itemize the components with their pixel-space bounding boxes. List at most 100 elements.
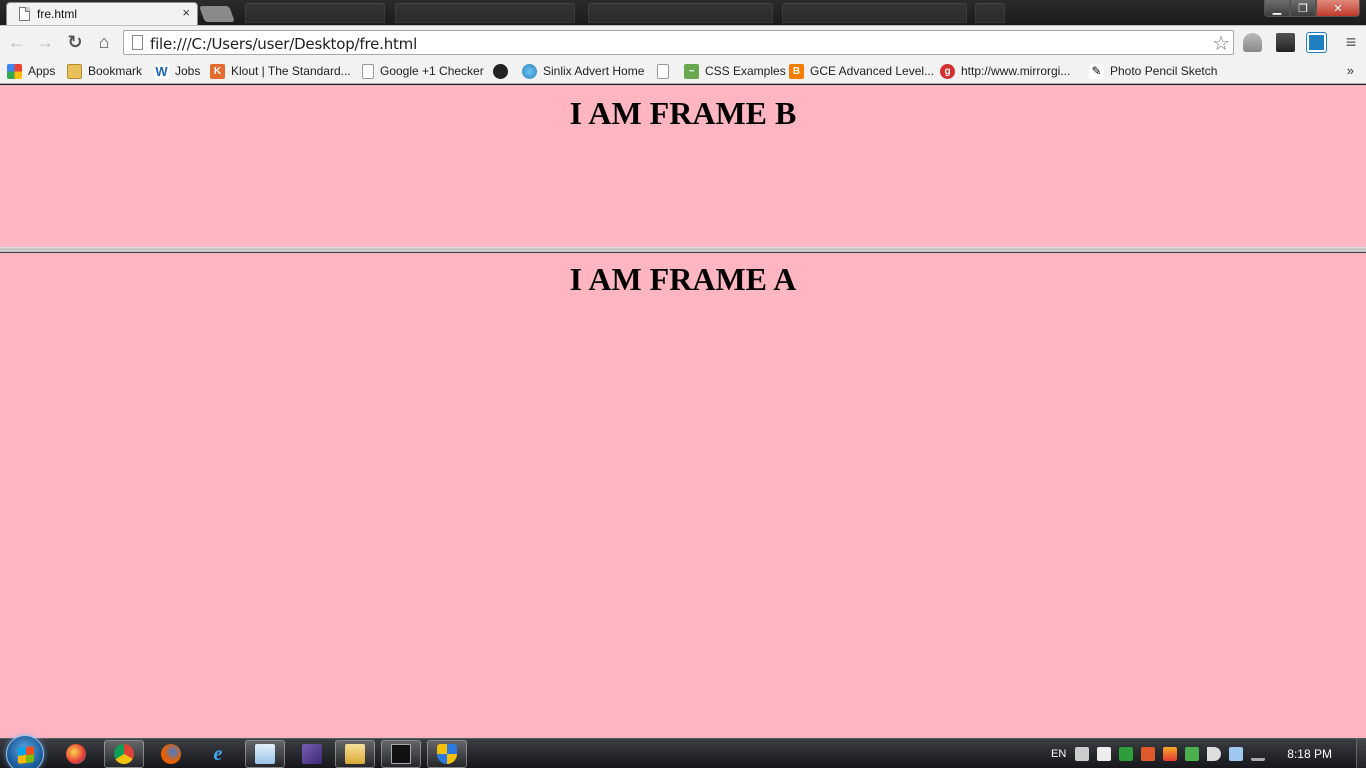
address-url[interactable]: file:///C:/Users/user/Desktop/fre.html	[150, 35, 417, 53]
page-icon	[362, 63, 374, 79]
frame-a-heading: I AM FRAME A	[569, 261, 797, 297]
extension-blue-icon[interactable]	[1306, 32, 1327, 53]
folder-icon	[67, 63, 82, 79]
browser-toolbar: ← → ↻ ⌂ file:///C:/Users/user/Desktop/fr…	[0, 25, 1366, 58]
bookmark-folder[interactable]: Bookmark	[67, 62, 142, 80]
taskbar-app-internet-explorer[interactable]: e	[198, 740, 238, 768]
home-button[interactable]: ⌂	[93, 31, 115, 53]
frame-b: I AM FRAME B	[0, 85, 1366, 247]
bookmark-gce[interactable]: B GCE Advanced Level...	[789, 62, 934, 80]
background-window-tab	[782, 3, 967, 23]
keyboard-icon[interactable]	[1075, 747, 1090, 761]
bookmark-label: Google +1 Checker	[380, 64, 484, 78]
chrome-menu-button[interactable]: ≡	[1340, 31, 1362, 53]
extension-screen-icon[interactable]	[1276, 33, 1295, 52]
page-icon	[657, 63, 669, 79]
bookmark-label: Apps	[28, 64, 56, 78]
css-icon: ~	[684, 63, 699, 79]
bookmark-css-examples[interactable]: ~ CSS Examples	[684, 62, 786, 80]
forward-button[interactable]: →	[34, 31, 56, 53]
flag-app-icon[interactable]	[1163, 747, 1178, 761]
bookmark-label: http://www.mirrorgi...	[961, 64, 1071, 78]
apps-grid-icon	[7, 63, 22, 79]
windows-taskbar: e EN 8:18 PM	[0, 735, 1366, 768]
windows-logo-icon	[18, 746, 34, 764]
maximize-button[interactable]: ❐	[1290, 0, 1316, 17]
check-app-icon[interactable]	[1119, 747, 1134, 761]
bookmark-mirrorgi[interactable]: g http://www.mirrorgi...	[940, 62, 1070, 80]
system-tray: EN 8:18 PM	[1051, 739, 1366, 768]
signal-bars-icon[interactable]	[1251, 747, 1266, 761]
blogger-icon: B	[789, 63, 804, 79]
minimize-button[interactable]: ▁	[1264, 0, 1290, 17]
frame-b-heading: I AM FRAME B	[569, 95, 797, 131]
taskbar-clock[interactable]: 8:18 PM	[1287, 747, 1332, 761]
command-prompt-icon	[391, 744, 411, 764]
firefox-icon	[161, 744, 181, 764]
page-icon	[132, 35, 143, 50]
taskbar-app-chrome[interactable]	[104, 740, 144, 768]
bookmark-label: CSS Examples	[705, 64, 786, 78]
bookmark-klout[interactable]: K Klout | The Standard...	[210, 62, 351, 80]
volume-icon[interactable]	[1207, 747, 1222, 761]
page-favicon-icon	[19, 7, 30, 21]
taskbar-app-explorer[interactable]	[335, 740, 375, 768]
bookmark-blank-page[interactable]	[657, 62, 675, 80]
bookmark-label: Bookmark	[88, 64, 143, 78]
visual-studio-icon	[302, 744, 322, 764]
close-window-button[interactable]: ✕	[1316, 0, 1360, 17]
w-logo-icon: W	[154, 63, 169, 79]
bookmark-label: Photo Pencil Sketch	[1110, 64, 1218, 78]
bookmark-label: Sinlix Advert Home	[543, 64, 645, 78]
taskbar-app-firefox[interactable]	[151, 740, 191, 768]
browser-ball-icon	[66, 744, 86, 764]
bookmarks-bar: Apps Bookmark W Jobs K Klout | The Stand…	[0, 58, 1366, 84]
taskbar-app-visual-studio[interactable]	[292, 740, 332, 768]
tab-close-icon[interactable]: ×	[182, 6, 190, 20]
network-icon[interactable]	[1229, 747, 1244, 761]
background-window-tab	[975, 3, 1005, 23]
bookmark-sinlix[interactable]: Sinlix Advert Home	[522, 62, 644, 80]
taskbar-app-shield[interactable]	[427, 740, 467, 768]
back-button[interactable]: ←	[6, 31, 28, 53]
window-controls: ▁ ❐ ✕	[1264, 0, 1360, 18]
bookmark-label: GCE Advanced Level...	[810, 64, 935, 78]
show-desktop-button[interactable]	[1356, 739, 1366, 768]
bookmark-label: Jobs	[175, 64, 201, 78]
new-tab-button[interactable]	[199, 6, 235, 22]
tab-title: fre.html	[37, 7, 78, 21]
bookmark-apps[interactable]: Apps	[7, 62, 55, 80]
bookmark-satellite[interactable]	[493, 62, 514, 80]
bookmark-star-icon[interactable]: ☆	[1212, 31, 1230, 56]
klout-icon: K	[210, 63, 225, 79]
extension-download-icon[interactable]	[1243, 33, 1262, 52]
bookmark-google-plus-checker[interactable]: Google +1 Checker	[362, 62, 484, 80]
background-window-tab	[588, 3, 773, 23]
background-window-tab	[395, 3, 575, 23]
globe-icon	[522, 63, 537, 79]
taskbar-app-notepad[interactable]	[245, 740, 285, 768]
language-indicator[interactable]: EN	[1051, 748, 1066, 760]
bookmark-jobs[interactable]: W Jobs	[154, 62, 200, 80]
power-icon[interactable]	[1185, 747, 1200, 761]
address-bar[interactable]: file:///C:/Users/user/Desktop/fre.html ☆	[123, 30, 1234, 55]
bookmarks-overflow-button[interactable]: »	[1347, 63, 1354, 78]
pencil-icon: ✎	[1089, 63, 1104, 79]
chrome-icon	[114, 744, 134, 764]
browser-titlebar: fre.html × ▁ ❐ ✕	[0, 0, 1366, 25]
tab-fre-html[interactable]: fre.html ×	[6, 2, 198, 25]
satellite-icon	[493, 63, 508, 79]
taskbar-app-cmd[interactable]	[381, 740, 421, 768]
start-button[interactable]	[6, 735, 44, 768]
folder-explorer-icon	[345, 744, 365, 764]
reload-button[interactable]: ↻	[64, 31, 86, 53]
taskbar-app-browser-ball[interactable]	[56, 740, 96, 768]
mirror-icon: g	[940, 63, 955, 79]
bookmark-photo-pencil-sketch[interactable]: ✎ Photo Pencil Sketch	[1089, 62, 1217, 80]
security-shield-icon	[437, 744, 457, 764]
internet-explorer-icon: e	[213, 742, 223, 765]
notepad-icon	[255, 744, 275, 764]
frame-a: I AM FRAME A	[0, 253, 1366, 738]
arrow-app-icon[interactable]	[1141, 747, 1156, 761]
usb-device-icon[interactable]	[1097, 747, 1112, 761]
